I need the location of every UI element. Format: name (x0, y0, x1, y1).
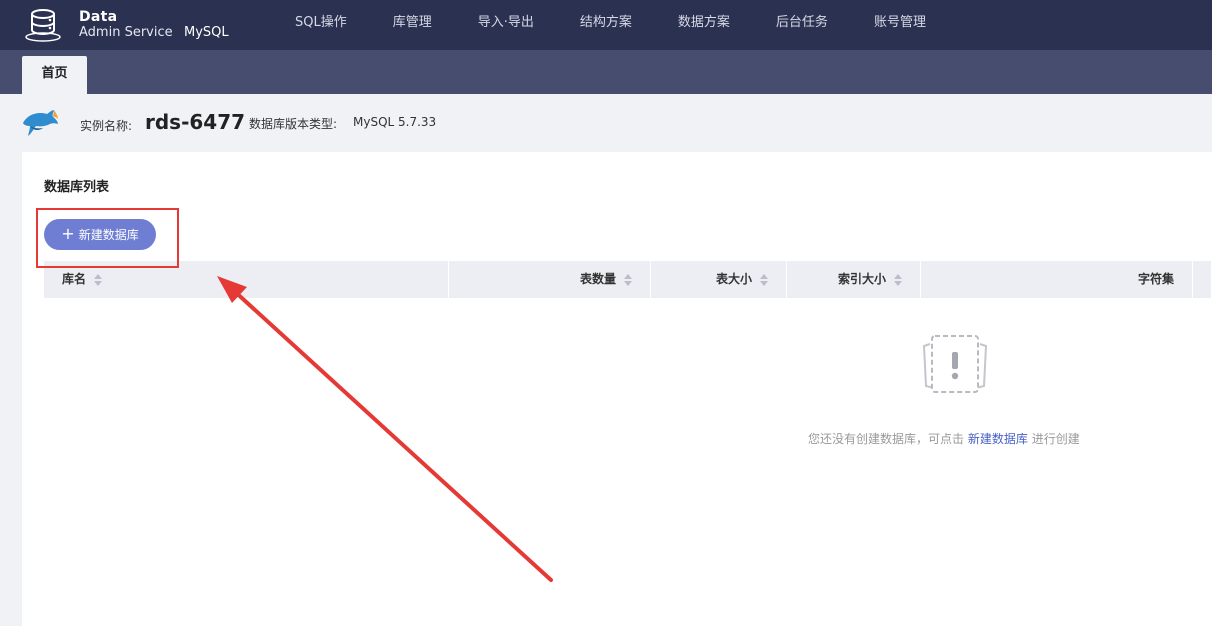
empty-state-icon (922, 335, 988, 393)
column-label: 字符集 (1137, 272, 1174, 286)
brand: Data Admin Service (79, 9, 173, 41)
nav-import-export[interactable]: 导入·导出 (455, 0, 557, 50)
nav-background-tasks[interactable]: 后台任务 (753, 0, 851, 50)
panel-title: 数据库列表 (44, 180, 110, 195)
nav-account-management[interactable]: 账号管理 (851, 0, 949, 50)
nav-schema-plans[interactable]: 结构方案 (557, 0, 655, 50)
empty-new-database-link[interactable]: 新建数据库 (968, 432, 1028, 446)
tab-home[interactable]: 首页 (22, 56, 87, 94)
sort-icon[interactable] (94, 273, 103, 286)
column-charset: 字符集 (921, 261, 1193, 298)
nav-database-management[interactable]: 库管理 (370, 0, 455, 50)
column-db-name[interactable]: 库名 (44, 261, 449, 298)
column-label: 表大小 (715, 272, 752, 286)
empty-message-suffix: 进行创建 (1031, 432, 1080, 446)
column-overflow (1193, 261, 1212, 298)
table-header: 库名 表数量 表大小 索引大小 字符集 (44, 261, 1212, 298)
plus-icon: + (61, 223, 75, 243)
column-label: 索引大小 (837, 272, 886, 286)
nav-data-plans[interactable]: 数据方案 (655, 0, 753, 50)
sort-icon[interactable] (894, 273, 902, 286)
database-logo-icon[interactable] (24, 6, 62, 44)
top-navbar: Data Admin Service MySQL SQL操作 库管理 导入·导出… (0, 0, 1212, 50)
instance-name-label: 实例名称: (80, 119, 133, 133)
new-database-label: 新建数据库 (78, 228, 139, 242)
instance-name: rds-6477 (145, 110, 246, 134)
sort-icon[interactable] (624, 273, 632, 286)
tab-bar: 首页 (0, 50, 1212, 94)
database-list-panel: 数据库列表 + 新建数据库 库名 表数量 表大小 索引大小 字符集 您还没有创建… (22, 152, 1212, 626)
db-version-label: 数据库版本类型: (249, 117, 338, 131)
column-table-count[interactable]: 表数量 (449, 261, 651, 298)
nav-sql-operations[interactable]: SQL操作 (272, 0, 370, 50)
sort-icon[interactable] (760, 273, 768, 286)
new-database-button[interactable]: + 新建数据库 (44, 219, 156, 250)
db-version-value: MySQL 5.7.33 (353, 115, 437, 129)
brand-subtitle: Admin Service (79, 25, 173, 40)
column-index-size[interactable]: 索引大小 (787, 261, 921, 298)
column-table-size[interactable]: 表大小 (651, 261, 787, 298)
brand-product: MySQL (184, 25, 229, 40)
empty-message-prefix: 您还没有创建数据库，可点击 (808, 432, 965, 446)
dolphin-icon (23, 110, 58, 136)
main-nav: SQL操作 库管理 导入·导出 结构方案 数据方案 后台任务 账号管理 (272, 0, 949, 50)
column-label: 表数量 (579, 272, 616, 286)
empty-state-message: 您还没有创建数据库，可点击 新建数据库 进行创建 (808, 430, 1080, 447)
column-label: 库名 (62, 272, 87, 286)
brand-title: Data (79, 9, 118, 25)
